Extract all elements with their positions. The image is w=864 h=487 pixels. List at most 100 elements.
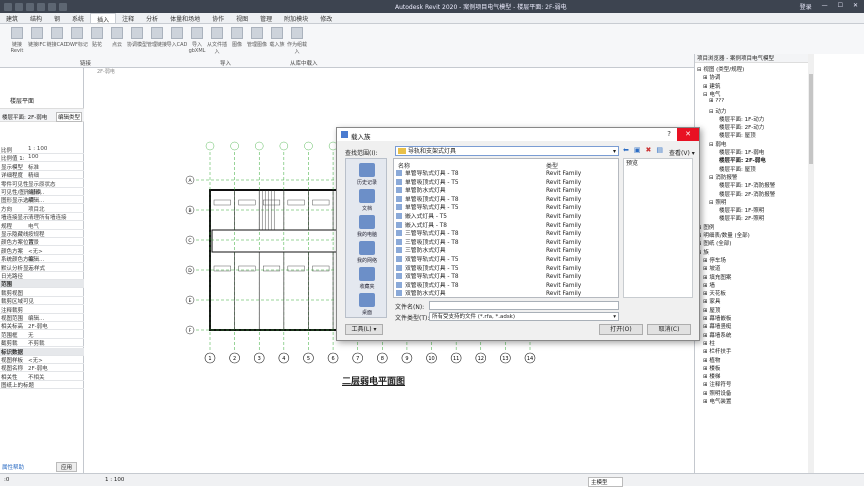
- browser-node[interactable]: 楼层平面: 2F-动力: [719, 123, 764, 131]
- browser-node[interactable]: ⊞ 注释符号: [703, 380, 731, 388]
- tab-3[interactable]: 系统: [66, 13, 90, 23]
- properties-help-link[interactable]: 属性帮助: [2, 463, 24, 471]
- property-row[interactable]: 颜色方案位置 背景: [0, 238, 84, 247]
- property-value[interactable]: 清理所有墙连接: [28, 213, 67, 220]
- place-1[interactable]: 文档: [349, 189, 385, 212]
- browser-node[interactable]: ⊟ 电气: [703, 90, 720, 98]
- property-value[interactable]: 无: [28, 331, 34, 338]
- tab-0[interactable]: 建筑: [0, 13, 24, 23]
- property-value[interactable]: 不剪裁: [28, 339, 45, 346]
- place-3[interactable]: 我的网络: [349, 241, 385, 264]
- browser-node[interactable]: ⊞ 建筑: [703, 82, 720, 90]
- open-icon[interactable]: [4, 2, 12, 11]
- place-5[interactable]: 桌面: [349, 293, 385, 316]
- browser-node[interactable]: ⊞ 栏杆扶手: [703, 347, 731, 355]
- tab-8[interactable]: 协作: [206, 13, 230, 23]
- property-row[interactable]: 标识数据: [0, 347, 84, 356]
- browser-node[interactable]: ⊟ 动力: [709, 107, 726, 115]
- scroll-thumb[interactable]: [809, 74, 813, 164]
- browser-node[interactable]: ⊞ 墙: [703, 281, 715, 289]
- ribbon-button-11[interactable]: 图像: [226, 27, 248, 57]
- property-value[interactable]: 编辑...: [28, 196, 44, 203]
- browser-node[interactable]: ⊞ 填充图案: [703, 273, 731, 281]
- back-icon[interactable]: ⬅: [623, 146, 629, 154]
- delete-icon[interactable]: ✖: [646, 146, 652, 154]
- tab-5[interactable]: 注释: [116, 13, 140, 23]
- property-row[interactable]: 图形显示选项 编辑...: [0, 196, 84, 205]
- minimize-icon[interactable]: —: [822, 2, 828, 11]
- place-4[interactable]: 收藏夹: [349, 267, 385, 290]
- browser-node[interactable]: 楼层平面: 屋顶: [719, 165, 756, 173]
- ribbon-button-3[interactable]: DWF标记: [66, 27, 88, 57]
- undo-icon[interactable]: [26, 2, 34, 11]
- browser-node[interactable]: 楼层平面: 1F-照明: [719, 206, 764, 214]
- property-value[interactable]: <无>: [28, 356, 43, 363]
- browser-node[interactable]: ⊟ 照明: [709, 198, 726, 206]
- property-row[interactable]: 相关标高 2F-弱电: [0, 322, 84, 331]
- property-value[interactable]: 背景: [28, 238, 39, 245]
- ribbon-button-5[interactable]: 点云: [106, 27, 128, 57]
- ribbon-button-9[interactable]: 导入gbXML: [186, 27, 208, 57]
- property-row[interactable]: 裁剪区域可见: [0, 297, 84, 306]
- property-value[interactable]: <无>: [28, 247, 43, 254]
- ribbon-button-13[interactable]: 载入族: [266, 27, 288, 57]
- column-header-type[interactable]: 类型: [546, 161, 558, 170]
- property-row[interactable]: 方向 项目北: [0, 205, 84, 213]
- ribbon-button-0[interactable]: 链接Revit: [6, 27, 28, 57]
- ribbon-button-7[interactable]: 管理链接: [146, 27, 168, 57]
- property-row[interactable]: 视图名称 2F-弱电: [0, 364, 84, 373]
- browser-node[interactable]: ⊟ 消防报警: [709, 173, 737, 181]
- cancel-button[interactable]: 取消(C): [647, 324, 691, 335]
- place-2[interactable]: 我的电脑: [349, 215, 385, 238]
- browser-node[interactable]: ⊞ 天花板: [703, 289, 726, 297]
- property-value[interactable]: 不相关: [28, 373, 45, 380]
- browser-node[interactable]: ⊞ 屋顶: [703, 306, 720, 314]
- property-row[interactable]: 零件可见性 显示原状态: [0, 180, 84, 188]
- browser-node[interactable]: 楼层平面: 1F-弱电: [719, 148, 764, 156]
- ribbon-button-6[interactable]: 协调模型: [126, 27, 148, 57]
- property-row[interactable]: 详细程度 精细: [0, 171, 84, 180]
- ribbon-button-4[interactable]: 贴花: [86, 27, 108, 57]
- filename-field[interactable]: [429, 301, 619, 310]
- place-0[interactable]: 历史记录: [349, 163, 385, 186]
- property-row[interactable]: 可见性/图形替换 编辑...: [0, 188, 84, 196]
- browser-node[interactable]: ⊞ 明细表/数量 (全部): [697, 231, 750, 239]
- property-value[interactable]: 标准: [28, 163, 39, 170]
- new-folder-icon[interactable]: ▤: [656, 146, 663, 154]
- tab-6[interactable]: 分析: [140, 13, 164, 23]
- tab-4[interactable]: 插入: [90, 13, 117, 24]
- browser-node[interactable]: 楼层平面: 2F-照明: [719, 214, 764, 222]
- save-icon[interactable]: [15, 2, 23, 11]
- browser-node[interactable]: 楼层平面: 1F-动力: [719, 115, 764, 123]
- browser-node[interactable]: ⊞ 楼梯: [703, 372, 720, 380]
- property-row[interactable]: 规程 电气: [0, 222, 84, 230]
- browser-node[interactable]: ⊞ ???: [709, 98, 724, 104]
- property-value[interactable]: 按规程: [28, 230, 45, 237]
- ribbon-button-14[interactable]: 作为组载入: [286, 27, 308, 57]
- property-row[interactable]: 墙连接显示 清理所有墙连接: [0, 213, 84, 222]
- browser-node[interactable]: ⊞ 照明设备: [703, 389, 731, 397]
- column-header-name[interactable]: 名称: [398, 161, 410, 170]
- tab-9[interactable]: 视图: [230, 13, 254, 23]
- property-value[interactable]: 电气: [28, 222, 39, 229]
- close-icon[interactable]: ✕: [853, 2, 858, 11]
- property-value[interactable]: 2F-弱电: [28, 364, 48, 371]
- property-row[interactable]: 相关性 不相关: [0, 373, 84, 381]
- account-button[interactable]: 登录: [800, 2, 812, 11]
- browser-node[interactable]: ⊞ 幕墙系统: [703, 331, 731, 339]
- up-folder-icon[interactable]: ▣: [634, 146, 641, 154]
- property-value[interactable]: 编辑...: [28, 255, 44, 262]
- browser-node[interactable]: 楼层平面: 屋顶: [719, 131, 756, 139]
- measure-icon[interactable]: [59, 2, 67, 11]
- instance-selector[interactable]: 楼层平面: 2F-弱电: [2, 113, 47, 121]
- browser-node[interactable]: ⊞ 柱: [703, 339, 715, 347]
- tab-11[interactable]: 附加模块: [278, 13, 314, 23]
- tab-7[interactable]: 体量和场地: [164, 13, 206, 23]
- property-value[interactable]: 项目北: [28, 205, 45, 212]
- tools-button[interactable]: 工具(L) ▾: [345, 324, 383, 335]
- tab-12[interactable]: 修改: [314, 13, 338, 23]
- ribbon-button-10[interactable]: 从文件插入: [206, 27, 228, 57]
- scale-indicator[interactable]: 1 : 100: [105, 477, 124, 483]
- property-row[interactable]: 日光路径: [0, 272, 84, 280]
- property-value[interactable]: 1 : 100: [28, 146, 47, 152]
